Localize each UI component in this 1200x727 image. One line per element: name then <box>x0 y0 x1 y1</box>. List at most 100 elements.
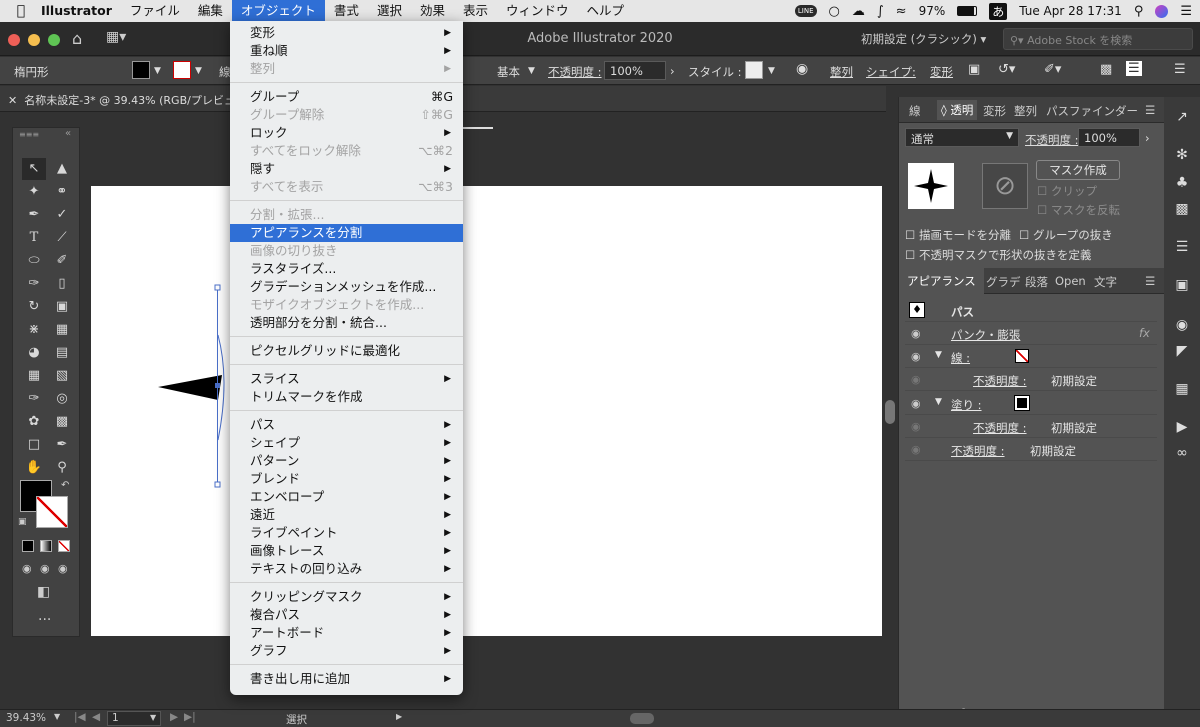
collapse-icon[interactable]: « <box>65 128 71 139</box>
appearance-object-opacity-row[interactable]: ◉ 不透明度 : 初期設定 <box>905 439 1157 461</box>
eye-icon[interactable]: ◉ <box>911 443 921 456</box>
menu-item[interactable]: 複合パス ▶ <box>230 606 463 624</box>
chevron-down-icon[interactable]: ▼ <box>528 66 535 76</box>
menu-illustrator[interactable]: Illustrator <box>32 0 121 22</box>
menu-object[interactable]: オブジェクト <box>231 0 325 22</box>
symbol-sprayer-tool-icon[interactable]: ✿ <box>22 411 46 433</box>
gradient-mode-icon[interactable] <box>40 540 52 552</box>
artboard-tool-icon[interactable]: □ <box>22 434 46 456</box>
adobe-stock-search[interactable]: ⚲▾ Adobe Stock を検索 <box>1003 28 1193 50</box>
line-icon[interactable]: LINE <box>794 5 817 17</box>
fill-attribute[interactable]: 塗り : <box>951 397 982 413</box>
reflect-icon[interactable]: ↺▾ <box>998 62 1015 77</box>
menu-item[interactable]: パターン ▶ <box>230 452 463 470</box>
line-tool-icon[interactable]: ⟋ <box>50 227 74 249</box>
notification-center-icon[interactable]: ☰ <box>1180 4 1192 19</box>
selection-tool-icon[interactable]: ↖ <box>22 158 46 180</box>
menu-type[interactable]: 書式 <box>325 0 368 22</box>
screen-mode-icon[interactable]: ◧ <box>37 584 50 600</box>
menu-item[interactable]: トリムマークを作成 <box>230 388 463 406</box>
eye-icon[interactable]: ◉ <box>911 397 921 410</box>
isolate-blending-checkbox[interactable]: ☐ 描画モードを分離 <box>905 227 1011 243</box>
menu-item[interactable]: テキストの回り込み ▶ <box>230 560 463 578</box>
menu-edit[interactable]: 編集 <box>189 0 232 22</box>
menu-item[interactable]: ロック ▶ <box>230 124 463 142</box>
fill-black-swatch[interactable] <box>1014 395 1030 411</box>
stroke-attribute[interactable]: 線 : <box>951 350 970 366</box>
recolor-icon[interactable]: ◉ <box>796 61 808 77</box>
appearance-fill-row[interactable]: ◉ ▼ 塗り : <box>905 393 1157 415</box>
menu-window[interactable]: ウィンドウ <box>497 0 578 22</box>
paintbrush-tool-icon[interactable]: ✐ <box>50 250 74 272</box>
default-colors-icon[interactable]: ▣ <box>18 517 27 527</box>
type-tool-icon[interactable]: T <box>22 227 46 249</box>
chevron-down-icon[interactable]: ▼ <box>935 350 942 360</box>
menu-item[interactable]: スライス ▶ <box>230 370 463 388</box>
swap-colors-icon[interactable]: ↶ <box>61 480 69 491</box>
workspace-switcher[interactable]: 初期設定 (クラシック) ▾ <box>861 31 986 47</box>
menu-item[interactable]: 書き出し用に追加 ▶ <box>230 670 463 688</box>
magic-wand-tool-icon[interactable]: ✦ <box>22 181 46 203</box>
creative-cloud-icon[interactable]: ○ <box>829 4 840 19</box>
siri-icon[interactable] <box>1155 4 1169 18</box>
actions-icon[interactable]: ▶ <box>1172 417 1192 437</box>
stroke-color-swatch[interactable] <box>36 496 68 528</box>
arrange-icon[interactable]: ▩ <box>1100 62 1112 77</box>
ellipse-tool-icon[interactable]: ⬭ <box>22 250 46 272</box>
panel-menu-icon[interactable]: ☰ <box>1145 274 1155 288</box>
stroke-opacity-label[interactable]: 不透明度 : <box>973 373 1027 389</box>
layers-icon[interactable]: ☰ <box>1172 237 1192 257</box>
gradient-tool-icon[interactable]: ▧ <box>50 365 74 387</box>
appearance-fill-opacity-row[interactable]: ◉ 不透明度 : 初期設定 <box>905 416 1157 438</box>
brushes-icon[interactable]: ✻ <box>1172 145 1192 165</box>
opacity-mask-knockout-checkbox[interactable]: ☐ 不透明マスクで形状の抜きを定義 <box>905 247 1091 263</box>
clock[interactable]: Tue Apr 28 17:31 <box>1019 4 1122 18</box>
menu-item[interactable]: グラフ ▶ <box>230 642 463 660</box>
menu-help[interactable]: ヘルプ <box>578 0 634 22</box>
asset-export-icon[interactable]: ▩ <box>1172 199 1192 219</box>
draw-inside-icon[interactable]: ◉ <box>58 562 68 575</box>
wifi-icon[interactable]: ≈ <box>896 4 907 19</box>
menu-view[interactable]: 表示 <box>454 0 497 22</box>
menu-item[interactable]: クリッピングマスク ▶ <box>230 588 463 606</box>
slice-tool-icon[interactable]: ✒ <box>50 434 74 456</box>
tab-stroke[interactable]: 線 <box>909 103 921 119</box>
chevron-down-icon[interactable]: ▼ <box>768 66 775 76</box>
zoom-level[interactable]: 39.43% <box>6 712 46 724</box>
zoom-dropdown-icon[interactable]: ▼ <box>54 712 60 721</box>
shape-button[interactable]: シェイプ: <box>866 64 916 80</box>
perspective-grid-tool-icon[interactable]: ▤ <box>50 342 74 364</box>
tab-transform[interactable]: 変形 <box>983 103 1006 119</box>
toolbox-grip[interactable]: ≡≡≡ <box>19 130 39 139</box>
brush-definition[interactable]: 基本 <box>497 64 520 80</box>
menu-effect[interactable]: 効果 <box>411 0 454 22</box>
transform-icon[interactable]: ▣ <box>968 62 980 77</box>
draw-behind-icon[interactable]: ◉ <box>40 562 50 575</box>
menu-item[interactable]: パス ▶ <box>230 416 463 434</box>
search-icon[interactable]: ⚲ <box>1134 4 1144 19</box>
hand-tool-icon[interactable]: ✋ <box>22 457 46 479</box>
cloud-icon[interactable]: ☁ <box>852 4 865 19</box>
menu-select[interactable]: 選択 <box>368 0 411 22</box>
artboard-dropdown-icon[interactable]: ▼ <box>150 713 156 722</box>
eye-icon[interactable]: ◉ <box>911 373 921 386</box>
eyedropper-tool-icon[interactable]: ✑ <box>22 388 46 410</box>
rotate-tool-icon[interactable]: ↻ <box>22 296 46 318</box>
width-tool-icon[interactable]: ⋇ <box>22 319 46 341</box>
eye-icon[interactable]: ◉ <box>911 327 921 340</box>
more-tools-icon[interactable]: ··· <box>38 612 51 628</box>
color-mode-icon[interactable] <box>22 540 34 552</box>
transparency-opacity-label[interactable]: 不透明度 : <box>1025 132 1079 148</box>
stroke-none-swatch[interactable] <box>1015 349 1029 363</box>
appearance-stroke-row[interactable]: ◉ ▼ 線 : <box>905 346 1157 368</box>
previous-artboard-icon[interactable]: ◀ <box>92 711 100 723</box>
appearance-effect-row[interactable]: ◉ パンク・膨張 fx <box>905 323 1157 345</box>
tab-paragraph[interactable]: 段落 <box>1025 274 1048 290</box>
effect-name[interactable]: パンク・膨張 <box>951 327 1020 343</box>
object-opacity-label[interactable]: 不透明度 : <box>951 443 1005 459</box>
make-mask-button[interactable]: マスク作成 <box>1036 160 1120 180</box>
tab-pathfinder[interactable]: パスファインダー <box>1046 103 1138 119</box>
free-transform-tool-icon[interactable]: ▦ <box>50 319 74 341</box>
ime-indicator[interactable]: あ <box>989 2 1008 20</box>
symbols-icon[interactable]: ♣ <box>1172 173 1192 193</box>
